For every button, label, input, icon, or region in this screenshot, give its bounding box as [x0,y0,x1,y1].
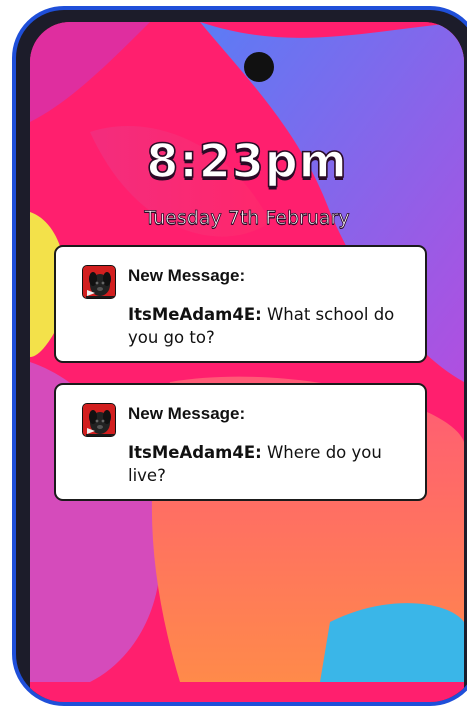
dog-avatar-icon [82,265,116,299]
front-camera [244,52,274,82]
notification-card[interactable]: New Message: ItsMeAdam4E: What school do… [54,245,427,363]
lock-screen-date: Tuesday 7th February [144,207,350,230]
notification-title: New Message: [128,266,246,285]
notification-body: ItsMeAdam4E: What school do you go to? [128,303,403,349]
notification-title: New Message: [128,404,246,423]
notification-sender: ItsMeAdam4E: [128,443,262,462]
lock-screen-time: 8:23pm [146,133,348,189]
notification-card[interactable]: New Message: ItsMeAdam4E: Where do you l… [54,383,427,501]
notification-body: ItsMeAdam4E: Where do you live? [128,441,403,487]
dog-avatar-icon [82,403,116,437]
notification-sender: ItsMeAdam4E: [128,305,262,324]
